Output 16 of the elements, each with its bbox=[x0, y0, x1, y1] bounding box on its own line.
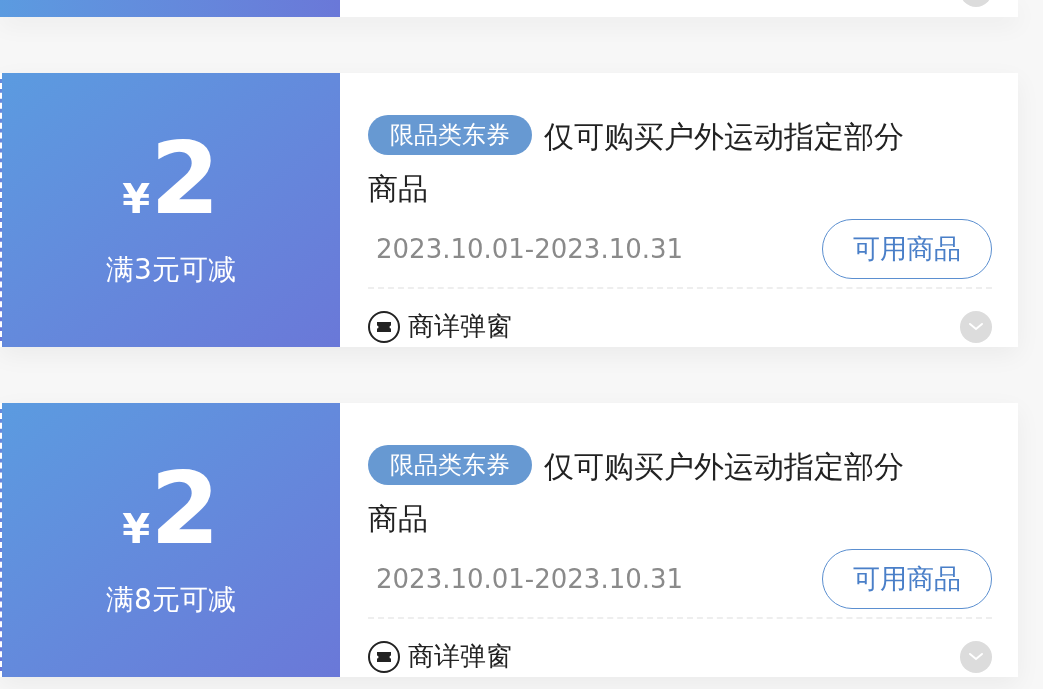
category-badge: 限品类东券 bbox=[368, 115, 532, 155]
validity-date: 2023.10.01-2023.10.31 bbox=[375, 562, 684, 596]
ticket-icon bbox=[368, 310, 400, 343]
expand-icon[interactable] bbox=[960, 310, 992, 343]
currency-symbol: ¥ bbox=[122, 179, 151, 219]
coupon-amount: 2 bbox=[150, 129, 220, 229]
coupon-condition: 满3元可减 bbox=[106, 252, 236, 288]
currency-symbol: ¥ bbox=[122, 509, 151, 549]
expand-icon[interactable] bbox=[960, 640, 992, 673]
coupon-amount: 2 bbox=[150, 459, 220, 559]
detail-text[interactable]: 商详弹窗 bbox=[408, 307, 512, 346]
ticket-icon bbox=[368, 640, 400, 673]
coupon-condition: 满8元可减 bbox=[106, 582, 236, 618]
category-badge: 限品类东券 bbox=[368, 445, 532, 485]
detail-text[interactable]: 商详弹窗 bbox=[408, 637, 512, 676]
validity-date: 2023.10.01-2023.10.31 bbox=[375, 232, 684, 266]
